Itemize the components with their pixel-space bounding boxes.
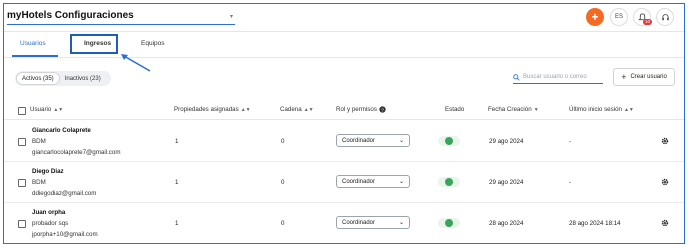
user-email: jporpha+10@gmail.com xyxy=(32,231,98,238)
filter-active[interactable]: Activos (35) xyxy=(16,72,60,85)
role-select[interactable]: Coordinador ⌄ xyxy=(336,134,410,147)
sort-icon: ▲▼ xyxy=(303,106,314,113)
user-role: probador sqs xyxy=(32,220,69,227)
sort-icon: ▲▼ xyxy=(623,106,634,113)
col-label: Propiedades asignadas xyxy=(174,106,239,113)
chevron-down-icon: ⌄ xyxy=(398,220,404,226)
plus-icon: + xyxy=(621,72,627,82)
notifications-button[interactable]: 10 xyxy=(633,8,652,26)
last-login: - xyxy=(569,138,572,145)
col-label: Rol y permisos xyxy=(336,106,377,113)
col-propiedades[interactable]: Propiedades asignadas ▲▼ xyxy=(174,106,251,113)
role-select-value: Coordinador xyxy=(342,219,376,226)
chevron-down-icon: ⌄ xyxy=(398,179,404,185)
chevron-down-icon: ▾ xyxy=(229,14,233,20)
tab-equipos[interactable]: Equipos xyxy=(141,40,165,47)
user-role: BDM xyxy=(32,138,46,145)
last-login: - xyxy=(569,179,572,186)
search-placeholder: Buscar usuario o correo xyxy=(523,74,587,80)
created-date: 28 ago 2024 xyxy=(489,220,524,227)
filter-inactive[interactable]: Inactivos (23) xyxy=(60,76,106,82)
app-selector[interactable]: myHotels Configuraciones ▾ xyxy=(7,10,235,25)
header: myHotels Configuraciones ▾ + ES 10 xyxy=(4,4,684,31)
user-name: Giancarlo Colaprete xyxy=(32,127,91,134)
col-fecha-creacion[interactable]: Fecha Creación ▼ xyxy=(488,106,539,113)
table-row: Diego Diaz BDM ddiegodiaz@gmail.com 1 0 … xyxy=(4,162,684,203)
table-header: Usuario ▲▼ Propiedades asignadas ▲▼ Cadena… xyxy=(4,100,684,120)
headset-icon xyxy=(661,13,669,20)
status-toggle[interactable] xyxy=(438,218,460,228)
highlight-box xyxy=(70,34,118,54)
add-button[interactable]: + xyxy=(586,8,604,26)
user-name: Diego Diaz xyxy=(32,168,64,175)
search-icon xyxy=(513,73,520,81)
properties-count: 1 xyxy=(175,220,179,227)
chain-count: 0 xyxy=(281,138,285,145)
last-login: 28 ago 2024 18:14 xyxy=(569,220,621,227)
status-toggle[interactable] xyxy=(438,136,460,146)
select-all-checkbox[interactable] xyxy=(18,107,26,115)
properties-count: 1 xyxy=(175,179,179,186)
status-filter: Activos (35) Inactivos (23) xyxy=(15,71,111,86)
row-checkbox[interactable] xyxy=(18,179,26,187)
properties-count: 1 xyxy=(175,138,179,145)
user-email: giancarlocolaprete7@gmail.com xyxy=(32,149,121,156)
app-window: myHotels Configuraciones ▾ + ES 10 Usuar… xyxy=(3,3,685,244)
sort-down-icon: ▼ xyxy=(533,106,539,113)
toggle-knob xyxy=(445,137,453,145)
app-title: myHotels Configuraciones xyxy=(7,10,134,21)
filter-active-label: Activos (35) xyxy=(22,75,54,82)
col-label: Fecha Creación xyxy=(488,106,532,113)
table-row: Juan orpha probador sqs jporpha+10@gmail… xyxy=(4,203,684,243)
create-user-label: Crear usuario xyxy=(630,74,667,80)
chevron-down-icon: ⌄ xyxy=(398,138,404,144)
status-toggle[interactable] xyxy=(438,177,460,187)
table-row: Giancarlo Colaprete BDM giancarlocolapre… xyxy=(4,121,684,162)
sort-icon: ▲▼ xyxy=(53,106,64,113)
toggle-knob xyxy=(445,178,453,186)
tab-usuarios[interactable]: Usuarios xyxy=(20,40,46,47)
created-date: 29 ago 2024 xyxy=(489,179,524,186)
sort-icon: ▲▼ xyxy=(240,106,251,113)
user-role: BDM xyxy=(32,179,46,186)
role-select[interactable]: Coordinador ⌄ xyxy=(336,216,410,229)
col-label: Último inicio sesión xyxy=(569,106,622,113)
toggle-knob xyxy=(445,219,453,227)
col-rol: Rol y permisos ? xyxy=(336,106,386,113)
chain-count: 0 xyxy=(281,220,285,227)
notification-count-badge: 10 xyxy=(642,19,652,25)
col-usuario[interactable]: Usuario ▲▼ xyxy=(30,106,63,113)
created-date: 29 ago 2024 xyxy=(489,138,524,145)
role-select[interactable]: Coordinador ⌄ xyxy=(336,175,410,188)
gear-icon[interactable] xyxy=(661,137,669,145)
user-email: ddiegodiaz@gmail.com xyxy=(32,190,97,197)
active-tab-indicator xyxy=(12,55,58,57)
language-button[interactable]: ES xyxy=(610,8,628,26)
row-checkbox[interactable] xyxy=(18,220,26,228)
col-cadena[interactable]: Cadena ▲▼ xyxy=(280,106,314,113)
gear-icon[interactable] xyxy=(661,178,669,186)
help-icon[interactable]: ? xyxy=(379,106,386,113)
role-select-value: Coordinador xyxy=(342,137,376,144)
create-user-button[interactable]: + Crear usuario xyxy=(613,68,675,86)
language-label: ES xyxy=(614,14,623,20)
role-select-value: Coordinador xyxy=(342,178,376,185)
svg-text:?: ? xyxy=(381,107,384,113)
col-label: Estado xyxy=(445,106,465,113)
chain-count: 0 xyxy=(281,179,285,186)
gear-icon[interactable] xyxy=(661,219,669,227)
col-label: Usuario xyxy=(30,106,52,113)
col-label: Cadena xyxy=(280,106,302,113)
pointer-arrow xyxy=(121,54,151,72)
support-button[interactable] xyxy=(656,8,674,26)
user-name: Juan orpha xyxy=(32,209,66,216)
row-checkbox[interactable] xyxy=(18,138,26,146)
col-ultimo-inicio[interactable]: Último inicio sesión ▲▼ xyxy=(569,106,634,113)
search-input[interactable]: Buscar usuario o correo xyxy=(513,71,603,84)
col-estado: Estado xyxy=(445,106,464,113)
